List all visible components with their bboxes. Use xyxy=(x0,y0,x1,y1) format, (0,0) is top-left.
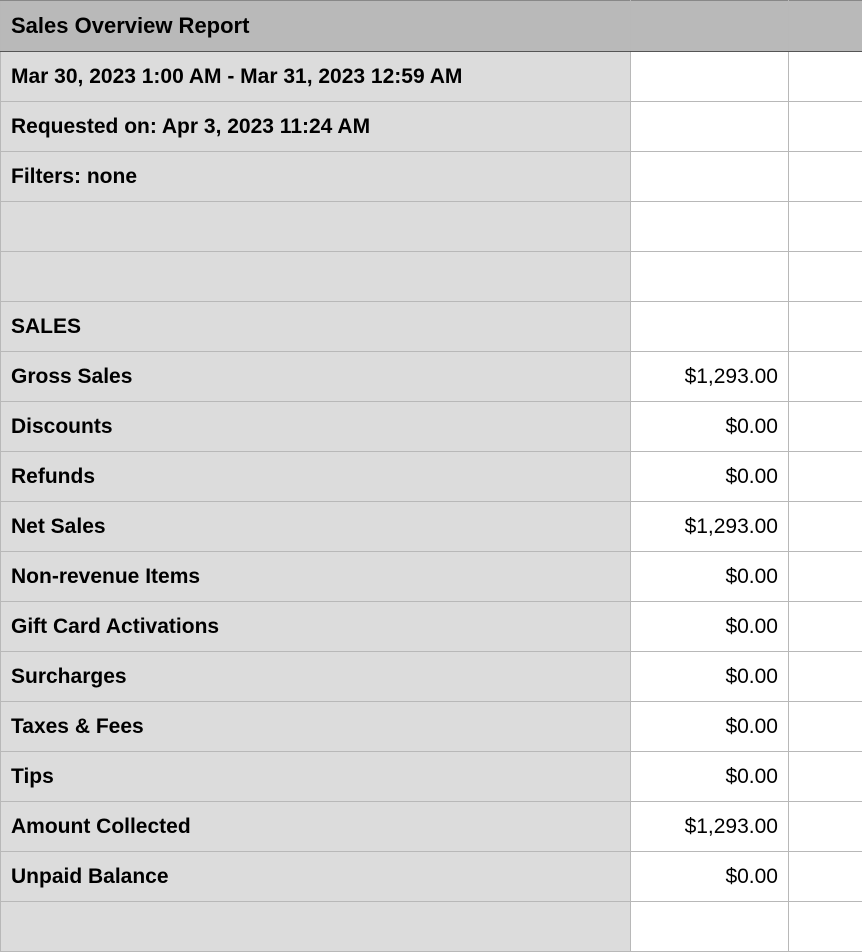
row-value: $0.00 xyxy=(631,452,789,502)
table-row: Amount Collected $1,293.00 xyxy=(1,802,862,852)
table-row: Unpaid Balance $0.00 xyxy=(1,852,862,902)
title-row: Sales Overview Report xyxy=(1,1,862,52)
table-row: Refunds $0.00 xyxy=(1,452,862,502)
row-value: $1,293.00 xyxy=(631,802,789,852)
row-label: Net Sales xyxy=(1,502,631,552)
empty-cell xyxy=(789,402,862,452)
row-value: $0.00 xyxy=(631,552,789,602)
row-label: Tips xyxy=(1,752,631,802)
empty-cell xyxy=(789,1,862,52)
empty-cell xyxy=(789,502,862,552)
empty-cell xyxy=(631,252,789,302)
row-label: Surcharges xyxy=(1,652,631,702)
empty-cell xyxy=(789,352,862,402)
empty-cell xyxy=(631,52,789,102)
date-range-row: Mar 30, 2023 1:00 AM - Mar 31, 2023 12:5… xyxy=(1,52,862,102)
filters: Filters: none xyxy=(1,152,631,202)
empty-cell xyxy=(789,602,862,652)
empty-cell xyxy=(631,152,789,202)
table-row: Taxes & Fees $0.00 xyxy=(1,702,862,752)
row-label: Non-revenue Items xyxy=(1,552,631,602)
section-header: SALES xyxy=(1,302,631,352)
table-row: Discounts $0.00 xyxy=(1,402,862,452)
empty-cell xyxy=(631,1,789,52)
empty-cell xyxy=(631,102,789,152)
requested-on: Requested on: Apr 3, 2023 11:24 AM xyxy=(1,102,631,152)
empty-cell xyxy=(631,902,789,952)
empty-cell xyxy=(789,452,862,502)
date-range: Mar 30, 2023 1:00 AM - Mar 31, 2023 12:5… xyxy=(1,52,631,102)
empty-cell xyxy=(789,752,862,802)
empty-cell xyxy=(789,652,862,702)
table-row: Gross Sales $1,293.00 xyxy=(1,352,862,402)
table-row: Gift Card Activations $0.00 xyxy=(1,602,862,652)
empty-cell xyxy=(789,702,862,752)
table-row: Surcharges $0.00 xyxy=(1,652,862,702)
blank-row xyxy=(1,202,862,252)
row-label: Taxes & Fees xyxy=(1,702,631,752)
blank-row xyxy=(1,902,862,952)
table-row: Non-revenue Items $0.00 xyxy=(1,552,862,602)
empty-cell xyxy=(1,902,631,952)
empty-cell xyxy=(789,52,862,102)
empty-cell xyxy=(789,302,862,352)
report-title: Sales Overview Report xyxy=(1,1,631,52)
row-value: $0.00 xyxy=(631,652,789,702)
row-label: Refunds xyxy=(1,452,631,502)
row-value: $0.00 xyxy=(631,402,789,452)
row-label: Unpaid Balance xyxy=(1,852,631,902)
empty-cell xyxy=(789,552,862,602)
empty-cell xyxy=(789,902,862,952)
empty-cell xyxy=(789,802,862,852)
row-value: $0.00 xyxy=(631,852,789,902)
row-value: $0.00 xyxy=(631,602,789,652)
empty-cell xyxy=(789,102,862,152)
blank-row xyxy=(1,252,862,302)
empty-cell xyxy=(1,202,631,252)
row-label: Discounts xyxy=(1,402,631,452)
row-label: Gift Card Activations xyxy=(1,602,631,652)
section-header-row: SALES xyxy=(1,302,862,352)
empty-cell xyxy=(1,252,631,302)
table-row: Net Sales $1,293.00 xyxy=(1,502,862,552)
empty-cell xyxy=(789,202,862,252)
row-value: $1,293.00 xyxy=(631,502,789,552)
row-label: Amount Collected xyxy=(1,802,631,852)
empty-cell xyxy=(789,152,862,202)
table-row: Tips $0.00 xyxy=(1,752,862,802)
empty-cell xyxy=(789,252,862,302)
filters-row: Filters: none xyxy=(1,152,862,202)
requested-on-row: Requested on: Apr 3, 2023 11:24 AM xyxy=(1,102,862,152)
empty-cell xyxy=(631,202,789,252)
empty-cell xyxy=(789,852,862,902)
row-value: $0.00 xyxy=(631,702,789,752)
row-label: Gross Sales xyxy=(1,352,631,402)
sales-report-table: Sales Overview Report Mar 30, 2023 1:00 … xyxy=(0,0,862,952)
empty-cell xyxy=(631,302,789,352)
row-value: $1,293.00 xyxy=(631,352,789,402)
row-value: $0.00 xyxy=(631,752,789,802)
